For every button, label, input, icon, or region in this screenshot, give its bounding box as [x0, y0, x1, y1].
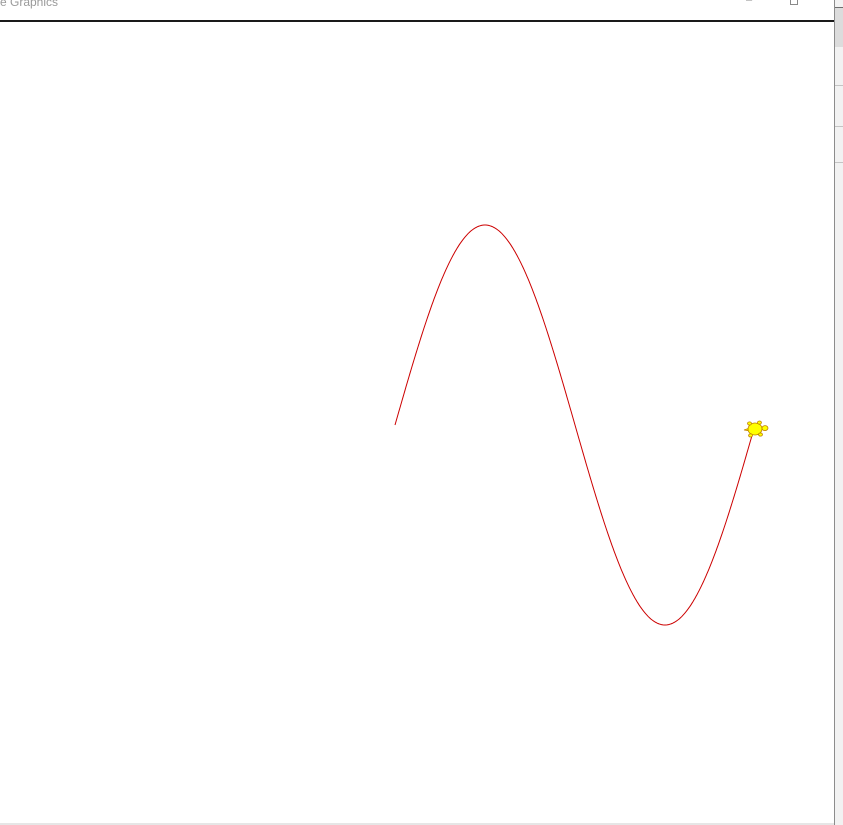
- turtle-icon: [743, 420, 769, 438]
- turtle-graphics-window: tle Graphics –: [0, 0, 834, 825]
- background-window-edge: [834, 0, 843, 825]
- sine-curve: [394, 224, 756, 626]
- title-bar[interactable]: tle Graphics –: [0, 0, 834, 22]
- minimize-icon: –: [745, 0, 753, 6]
- background-divider: [835, 85, 843, 86]
- background-scroll-thumb[interactable]: [835, 7, 843, 47]
- minimize-button[interactable]: –: [739, 0, 759, 8]
- background-divider: [835, 162, 843, 163]
- window-title: tle Graphics: [0, 0, 59, 9]
- maximize-icon: [790, 0, 798, 5]
- maximize-button[interactable]: [785, 0, 805, 8]
- drawing-canvas: [0, 22, 834, 823]
- background-divider: [835, 126, 843, 127]
- turtle-canvas-svg: [394, 224, 769, 626]
